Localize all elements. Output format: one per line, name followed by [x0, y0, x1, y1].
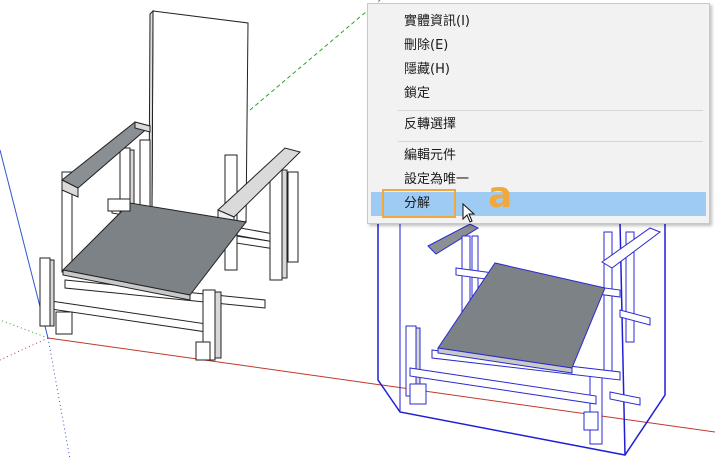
blue-axis-dotted: [47, 337, 71, 459]
menu-item-label: 編輯元件: [404, 148, 457, 163]
green-axis: [249, 0, 381, 111]
menu-item-label: 鎖定: [404, 86, 431, 101]
arrow-pointer-icon: [462, 203, 476, 223]
menu-item-label: 刪除(E): [404, 38, 449, 53]
menu-separator: [398, 110, 703, 111]
chair-model-left[interactable]: [39, 9, 301, 361]
menu-item-edit-component[interactable]: 編輯元件: [371, 144, 706, 168]
menu-item-label: 實體資訊(I): [404, 14, 470, 29]
menu-item-invert-selection[interactable]: 反轉選擇: [371, 113, 706, 137]
menu-item-label: 設定為唯一: [404, 172, 470, 187]
menu-item-lock[interactable]: 鎖定: [371, 82, 706, 106]
menu-item-delete[interactable]: 刪除(E): [371, 34, 706, 58]
menu-item-hide[interactable]: 隱藏(H): [371, 58, 706, 82]
annotation-callout-label: a: [488, 175, 513, 216]
menu-item-label: 隱藏(H): [404, 62, 450, 77]
menu-item-entity-info[interactable]: 實體資訊(I): [371, 10, 706, 34]
armrest-left: [61, 121, 152, 189]
menu-separator: [398, 141, 703, 142]
annotation-highlight-box: [382, 189, 456, 218]
chair-model-right-selected[interactable]: [377, 221, 666, 456]
red-axis-dotted: [0, 337, 49, 361]
menu-item-label: 反轉選擇: [404, 117, 457, 132]
